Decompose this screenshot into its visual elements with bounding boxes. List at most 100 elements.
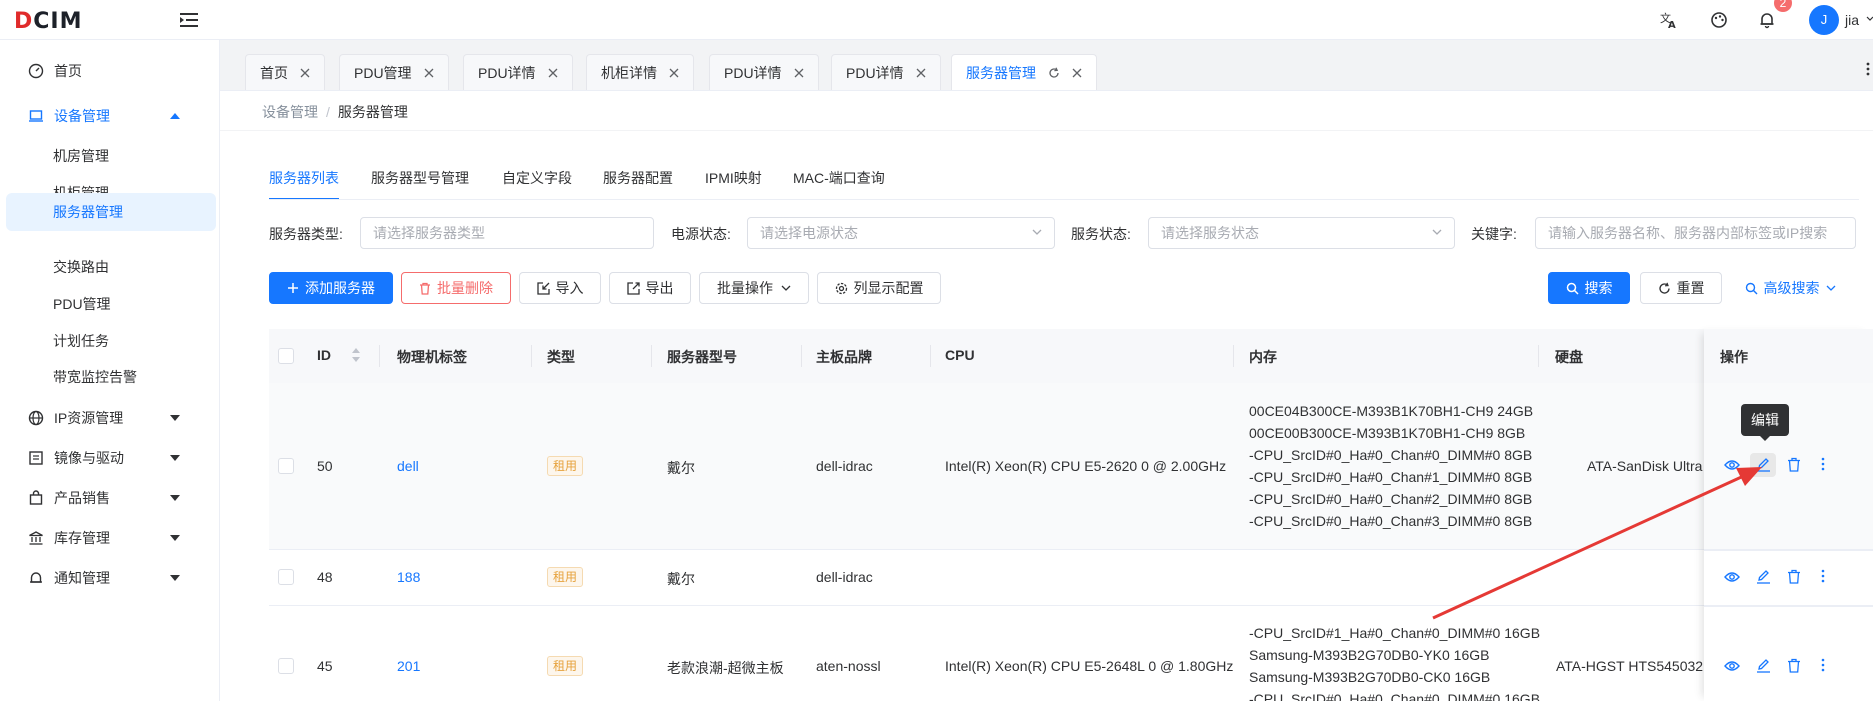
chevron-down-icon[interactable] [1866,15,1873,23]
theme-palette-icon[interactable] [1710,11,1728,29]
sidebar-sub-item-server-management[interactable]: 服务器管理 [6,193,216,231]
memory-line: 00CE04B300CE-M393B1K70BH1-CH9 24GB [1249,403,1534,419]
sidebar-item-notifications[interactable]: 通知管理 [0,558,220,598]
tooltip-arrow [1759,435,1771,441]
chevron-down-icon [1826,285,1835,291]
select-all-checkbox[interactable] [278,348,294,364]
tab-pdu-detail-3[interactable]: PDU详情 [831,54,941,90]
cell-label-link[interactable]: 201 [397,658,420,674]
close-icon[interactable] [300,68,310,78]
view-icon[interactable] [1724,571,1740,583]
search-button[interactable]: 搜索 [1548,272,1630,304]
sidebar-item-image-driver[interactable]: 镜像与驱动 [0,438,220,478]
tab-label: PDU管理 [354,64,412,81]
power-status-select[interactable]: 请选择电源状态 [747,217,1055,249]
delete-icon[interactable] [1787,658,1801,673]
logo-mark: D [14,9,34,34]
sidebar-item-product-sales[interactable]: 产品销售 [0,478,220,518]
tab-label: PDU详情 [846,64,904,81]
sidebar-sub-item-pdu[interactable]: PDU管理 [0,285,220,323]
sidebar-item-device-management[interactable]: 设备管理 [0,96,220,136]
tab-label: 服务器管理 [966,64,1036,81]
tab-pdu-management[interactable]: PDU管理 [339,54,449,90]
sidebar-sub-item-machine-room[interactable]: 机房管理 [0,137,220,175]
reset-button[interactable]: 重置 [1640,272,1722,304]
subtab-server-models[interactable]: 服务器型号管理 [371,168,469,200]
more-icon[interactable] [1821,457,1825,471]
sidebar-sub-item-switch-router[interactable]: 交换路由 [0,248,220,286]
export-button[interactable]: 导出 [609,272,691,304]
tab-pdu-detail-2[interactable]: PDU详情 [709,54,819,90]
table-row[interactable] [269,550,1873,606]
sidebar-item-home[interactable]: 首页 [0,51,220,91]
import-button[interactable]: 导入 [519,272,601,304]
subtab-custom-fields[interactable]: 自定义字段 [502,168,572,200]
logo[interactable]: DCIM [14,9,83,34]
tab-pdu-detail-1[interactable]: PDU详情 [463,54,573,90]
hamburger-icon[interactable] [180,12,198,28]
refresh-icon[interactable] [1048,67,1060,79]
row-checkbox[interactable] [278,458,294,474]
sort-icon[interactable] [352,348,360,362]
more-icon[interactable] [1821,658,1825,672]
close-icon[interactable] [794,68,804,78]
export-icon [626,281,640,295]
close-icon[interactable] [1072,68,1082,78]
cell-board: dell-idrac [816,458,873,474]
subtab-ipmi-mapping[interactable]: IPMI映射 [705,168,762,200]
delete-icon[interactable] [1787,569,1801,584]
sidebar-sub-item-bandwidth-alert[interactable]: 带宽监控告警 [0,358,220,396]
row-checkbox[interactable] [278,658,294,674]
row-checkbox[interactable] [278,569,294,585]
sidebar-sub-item-scheduled-tasks[interactable]: 计划任务 [0,322,220,360]
advanced-search-button[interactable]: 高级搜索 [1738,272,1842,304]
tab-label: PDU详情 [724,64,782,81]
sidebar-sub-item-label: 计划任务 [53,333,109,349]
subtab-mac-port-query[interactable]: MAC-端口查询 [793,168,885,200]
keyword-input[interactable]: 请输入服务器名称、服务器内部标签或IP搜索 [1535,217,1856,249]
sidebar-item-inventory[interactable]: 库存管理 [0,518,220,558]
add-server-button[interactable]: 添加服务器 [269,272,393,304]
view-icon[interactable] [1724,660,1740,672]
avatar[interactable]: J [1809,5,1839,35]
close-icon[interactable] [669,68,679,78]
batch-delete-button[interactable]: 批量删除 [401,272,511,304]
tab-cabinet-detail[interactable]: 机柜详情 [586,54,694,90]
close-icon[interactable] [916,68,926,78]
sidebar-sub-item-label: 服务器管理 [53,204,123,220]
cell-label-link[interactable]: 188 [397,569,420,585]
more-icon[interactable] [1821,569,1825,583]
edit-icon[interactable] [1756,457,1771,472]
server-status-select[interactable]: 请选择服务状态 [1148,217,1455,249]
close-icon[interactable] [548,68,558,78]
subtab-server-config[interactable]: 服务器配置 [603,168,673,200]
delete-icon[interactable] [1787,457,1801,472]
column-config-button[interactable]: 列显示配置 [817,272,941,304]
more-tabs-icon[interactable] [1866,62,1870,76]
memory-line: -CPU_SrcID#0_Ha#0_Chan#0_DIMM#0 16GB [1249,691,1541,701]
reset-label: 重置 [1676,280,1705,296]
sidebar: 首页 设备管理 机房管理 机柜管理 服务器管理 交换路由 PDU管理 计划任务 … [0,40,220,701]
tab-server-management[interactable]: 服务器管理 [951,54,1097,90]
memory-line: -CPU_SrcID#0_Ha#0_Chan#0_DIMM#0 8GB [1249,447,1533,463]
translate-icon[interactable]: 文A [1660,11,1678,29]
subtab-server-list[interactable]: 服务器列表 [269,168,339,200]
cell-label-link[interactable]: dell [397,458,419,474]
edit-icon[interactable] [1756,569,1771,584]
batch-operations-button[interactable]: 批量操作 [699,272,809,304]
sidebar-item-ip-resources[interactable]: IP资源管理 [0,398,220,438]
column-header-id[interactable]: ID [317,347,331,363]
plus-icon [288,283,298,293]
batch-operations-label: 批量操作 [717,280,773,296]
edit-icon[interactable] [1756,658,1771,673]
tab-home[interactable]: 首页 [245,54,325,90]
view-icon[interactable] [1724,459,1740,471]
memory-line: -CPU_SrcID#0_Ha#0_Chan#3_DIMM#0 8GB [1249,513,1533,529]
breadcrumb-parent[interactable]: 设备管理 [262,104,318,120]
username[interactable]: jia [1845,12,1859,28]
table-row[interactable] [269,606,1873,701]
close-icon[interactable] [424,68,434,78]
bell-icon[interactable] [1758,11,1776,29]
server-type-input[interactable]: 请选择服务器类型 [360,217,654,249]
column-divider [531,345,532,367]
